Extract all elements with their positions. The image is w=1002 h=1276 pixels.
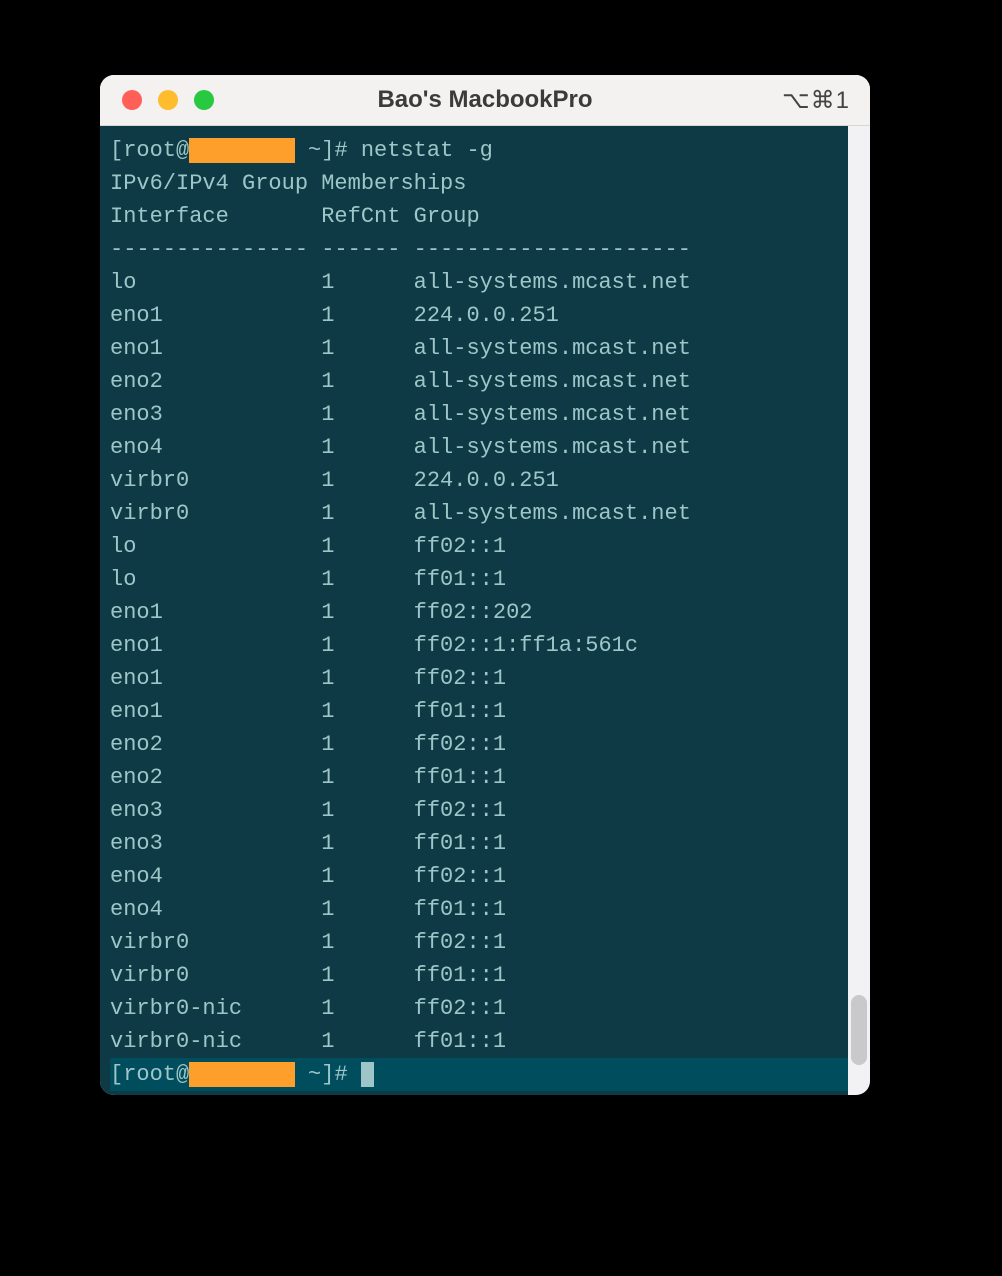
terminal-line: eno1 1 224.0.0.251 [110, 303, 559, 328]
terminal-line: eno1 1 ff02::202 [110, 600, 532, 625]
terminal-line: eno1 1 ff02::1 [110, 666, 506, 691]
scrollbar-track[interactable] [848, 126, 870, 1095]
terminal-line: --------------- ------ -----------------… [110, 237, 691, 262]
redacted-hostname [189, 1062, 295, 1087]
terminal-content[interactable]: [root@ ~]# netstat -g IPv6/IPv4 Group Me… [100, 126, 848, 1095]
scrollbar-thumb[interactable] [851, 995, 867, 1065]
terminal-line: Interface RefCnt Group [110, 204, 480, 229]
terminal-line: virbr0-nic 1 ff01::1 [110, 1029, 506, 1054]
terminal-line: IPv6/IPv4 Group Memberships [110, 171, 466, 196]
terminal-line: eno1 1 all-systems.mcast.net [110, 336, 691, 361]
window-titlebar[interactable]: Bao's MacbookPro ⌥⌘1 [100, 75, 870, 126]
terminal-line: eno3 1 ff02::1 [110, 798, 506, 823]
cursor-icon [361, 1062, 374, 1087]
terminal-line: eno4 1 ff01::1 [110, 897, 506, 922]
window-title: Bao's MacbookPro [100, 86, 870, 114]
zoom-icon[interactable] [194, 90, 214, 110]
terminal-line: eno3 1 all-systems.mcast.net [110, 402, 691, 427]
terminal-line: virbr0 1 224.0.0.251 [110, 468, 559, 493]
terminal-line: eno4 1 ff02::1 [110, 864, 506, 889]
terminal-area: [root@ ~]# netstat -g IPv6/IPv4 Group Me… [100, 126, 870, 1095]
terminal-line: virbr0-nic 1 ff02::1 [110, 996, 506, 1021]
window-shortcut: ⌥⌘1 [782, 86, 850, 115]
terminal-line: lo 1 ff01::1 [110, 567, 506, 592]
terminal-line: lo 1 ff02::1 [110, 534, 506, 559]
traffic-lights [100, 90, 214, 110]
terminal-line: virbr0 1 ff02::1 [110, 930, 506, 955]
redacted-hostname [189, 138, 295, 163]
terminal-line: eno2 1 ff02::1 [110, 732, 506, 757]
terminal-line: virbr0 1 all-systems.mcast.net [110, 501, 691, 526]
terminal-window: Bao's MacbookPro ⌥⌘1 [root@ ~]# netstat … [100, 75, 870, 1095]
close-icon[interactable] [122, 90, 142, 110]
terminal-line: eno2 1 ff01::1 [110, 765, 506, 790]
terminal-line: [root@ ~]# netstat -g [110, 138, 493, 163]
terminal-line: virbr0 1 ff01::1 [110, 963, 506, 988]
terminal-line: lo 1 all-systems.mcast.net [110, 270, 691, 295]
terminal-line: eno3 1 ff01::1 [110, 831, 506, 856]
minimize-icon[interactable] [158, 90, 178, 110]
terminal-line: eno1 1 ff01::1 [110, 699, 506, 724]
terminal-line: eno1 1 ff02::1:ff1a:561c [110, 633, 638, 658]
terminal-line: eno2 1 all-systems.mcast.net [110, 369, 691, 394]
terminal-line: eno4 1 all-systems.mcast.net [110, 435, 691, 460]
terminal-line: [root@ ~]# [110, 1058, 848, 1091]
